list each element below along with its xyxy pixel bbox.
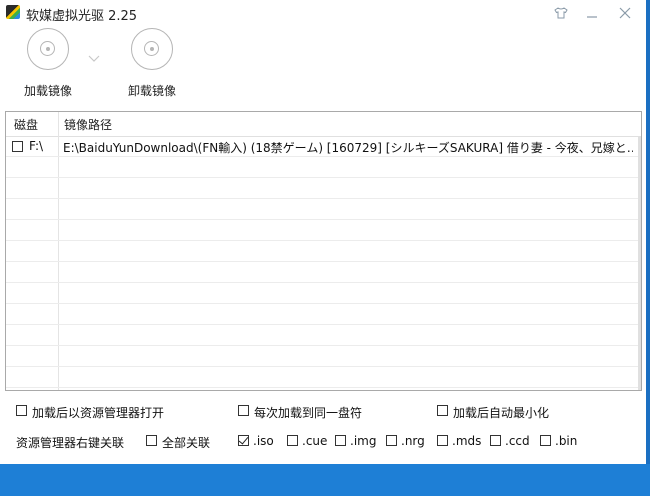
- ext-iso-label[interactable]: .iso: [253, 434, 274, 448]
- empty-row: [6, 220, 641, 241]
- table-rows: F:\ E:\BaiduYunDownload\(FN輸入) (18禁ゲーム) …: [6, 136, 641, 388]
- empty-row: [6, 283, 641, 304]
- ext-mds-checkbox[interactable]: [437, 435, 448, 446]
- unmount-image-label: 卸载镜像: [127, 84, 176, 98]
- table-header: 磁盘 镜像路径: [6, 112, 641, 137]
- mount-image-button[interactable]: 加载镜像: [8, 26, 88, 102]
- ext-nrg-label[interactable]: .nrg: [401, 434, 425, 448]
- ext-img-checkbox[interactable]: [335, 435, 346, 446]
- all-assoc-checkbox[interactable]: [146, 435, 157, 446]
- table-row[interactable]: F:\ E:\BaiduYunDownload\(FN輸入) (18禁ゲーム) …: [6, 136, 641, 157]
- ext-mds-label[interactable]: .mds: [452, 434, 481, 448]
- app-logo-icon: [6, 5, 20, 19]
- empty-row: [6, 367, 641, 388]
- ext-img-label[interactable]: .img: [350, 434, 376, 448]
- auto-minimize-checkbox[interactable]: [437, 405, 448, 416]
- column-header-path[interactable]: 镜像路径: [64, 116, 112, 133]
- unmount-image-button[interactable]: 卸载镜像: [112, 26, 192, 102]
- empty-row: [6, 178, 641, 199]
- ext-ccd-label[interactable]: .ccd: [505, 434, 530, 448]
- row-drive: F:\: [29, 139, 44, 153]
- ext-bin-checkbox[interactable]: [540, 435, 551, 446]
- ext-ccd-checkbox[interactable]: [490, 435, 501, 446]
- auto-minimize-label[interactable]: 加载后自动最小化: [453, 404, 549, 421]
- skin-icon[interactable]: [550, 3, 572, 23]
- ext-bin-label[interactable]: .bin: [555, 434, 577, 448]
- same-drive-checkbox[interactable]: [238, 405, 249, 416]
- empty-row: [6, 346, 641, 367]
- row-checkbox[interactable]: [12, 141, 23, 152]
- vertical-scrollbar[interactable]: [638, 136, 641, 390]
- desktop-taskbar-strip: [0, 464, 650, 496]
- all-assoc-label[interactable]: 全部关联: [162, 434, 210, 451]
- ext-cue-label[interactable]: .cue: [302, 434, 327, 448]
- app-window: 软媒虚拟光驱 2.25 加载镜像 卸载镜像 磁盘 镜像路径 F:\ E:\Bai…: [0, 0, 650, 464]
- ext-iso-checkbox[interactable]: [238, 435, 249, 446]
- mount-image-label: 加载镜像: [23, 84, 72, 98]
- empty-row: [6, 262, 641, 283]
- open-explorer-checkbox[interactable]: [16, 405, 27, 416]
- disc-eject-icon: [131, 28, 173, 70]
- ext-nrg-checkbox[interactable]: [386, 435, 397, 446]
- ext-cue-checkbox[interactable]: [287, 435, 298, 446]
- disc-mount-icon: [27, 28, 69, 70]
- title-bar[interactable]: 软媒虚拟光驱 2.25: [0, 0, 646, 26]
- column-header-drive[interactable]: 磁盘: [14, 116, 38, 133]
- open-explorer-label[interactable]: 加载后以资源管理器打开: [32, 404, 164, 421]
- empty-row: [6, 199, 641, 220]
- close-icon[interactable]: [614, 3, 636, 23]
- empty-row: [6, 241, 641, 262]
- minimize-icon[interactable]: [581, 3, 603, 23]
- context-menu-assoc-label: 资源管理器右键关联: [16, 436, 125, 450]
- row-path: E:\BaiduYunDownload\(FN輸入) (18禁ゲーム) [160…: [63, 141, 633, 155]
- image-list-table[interactable]: 磁盘 镜像路径 F:\ E:\BaiduYunDownload\(FN輸入) (…: [5, 111, 642, 391]
- empty-row: [6, 157, 641, 178]
- same-drive-label[interactable]: 每次加载到同一盘符: [254, 404, 362, 421]
- window-title: 软媒虚拟光驱 2.25: [26, 9, 138, 24]
- empty-row: [6, 325, 641, 346]
- empty-row: [6, 304, 641, 325]
- mount-dropdown-chevron-icon[interactable]: [88, 52, 100, 62]
